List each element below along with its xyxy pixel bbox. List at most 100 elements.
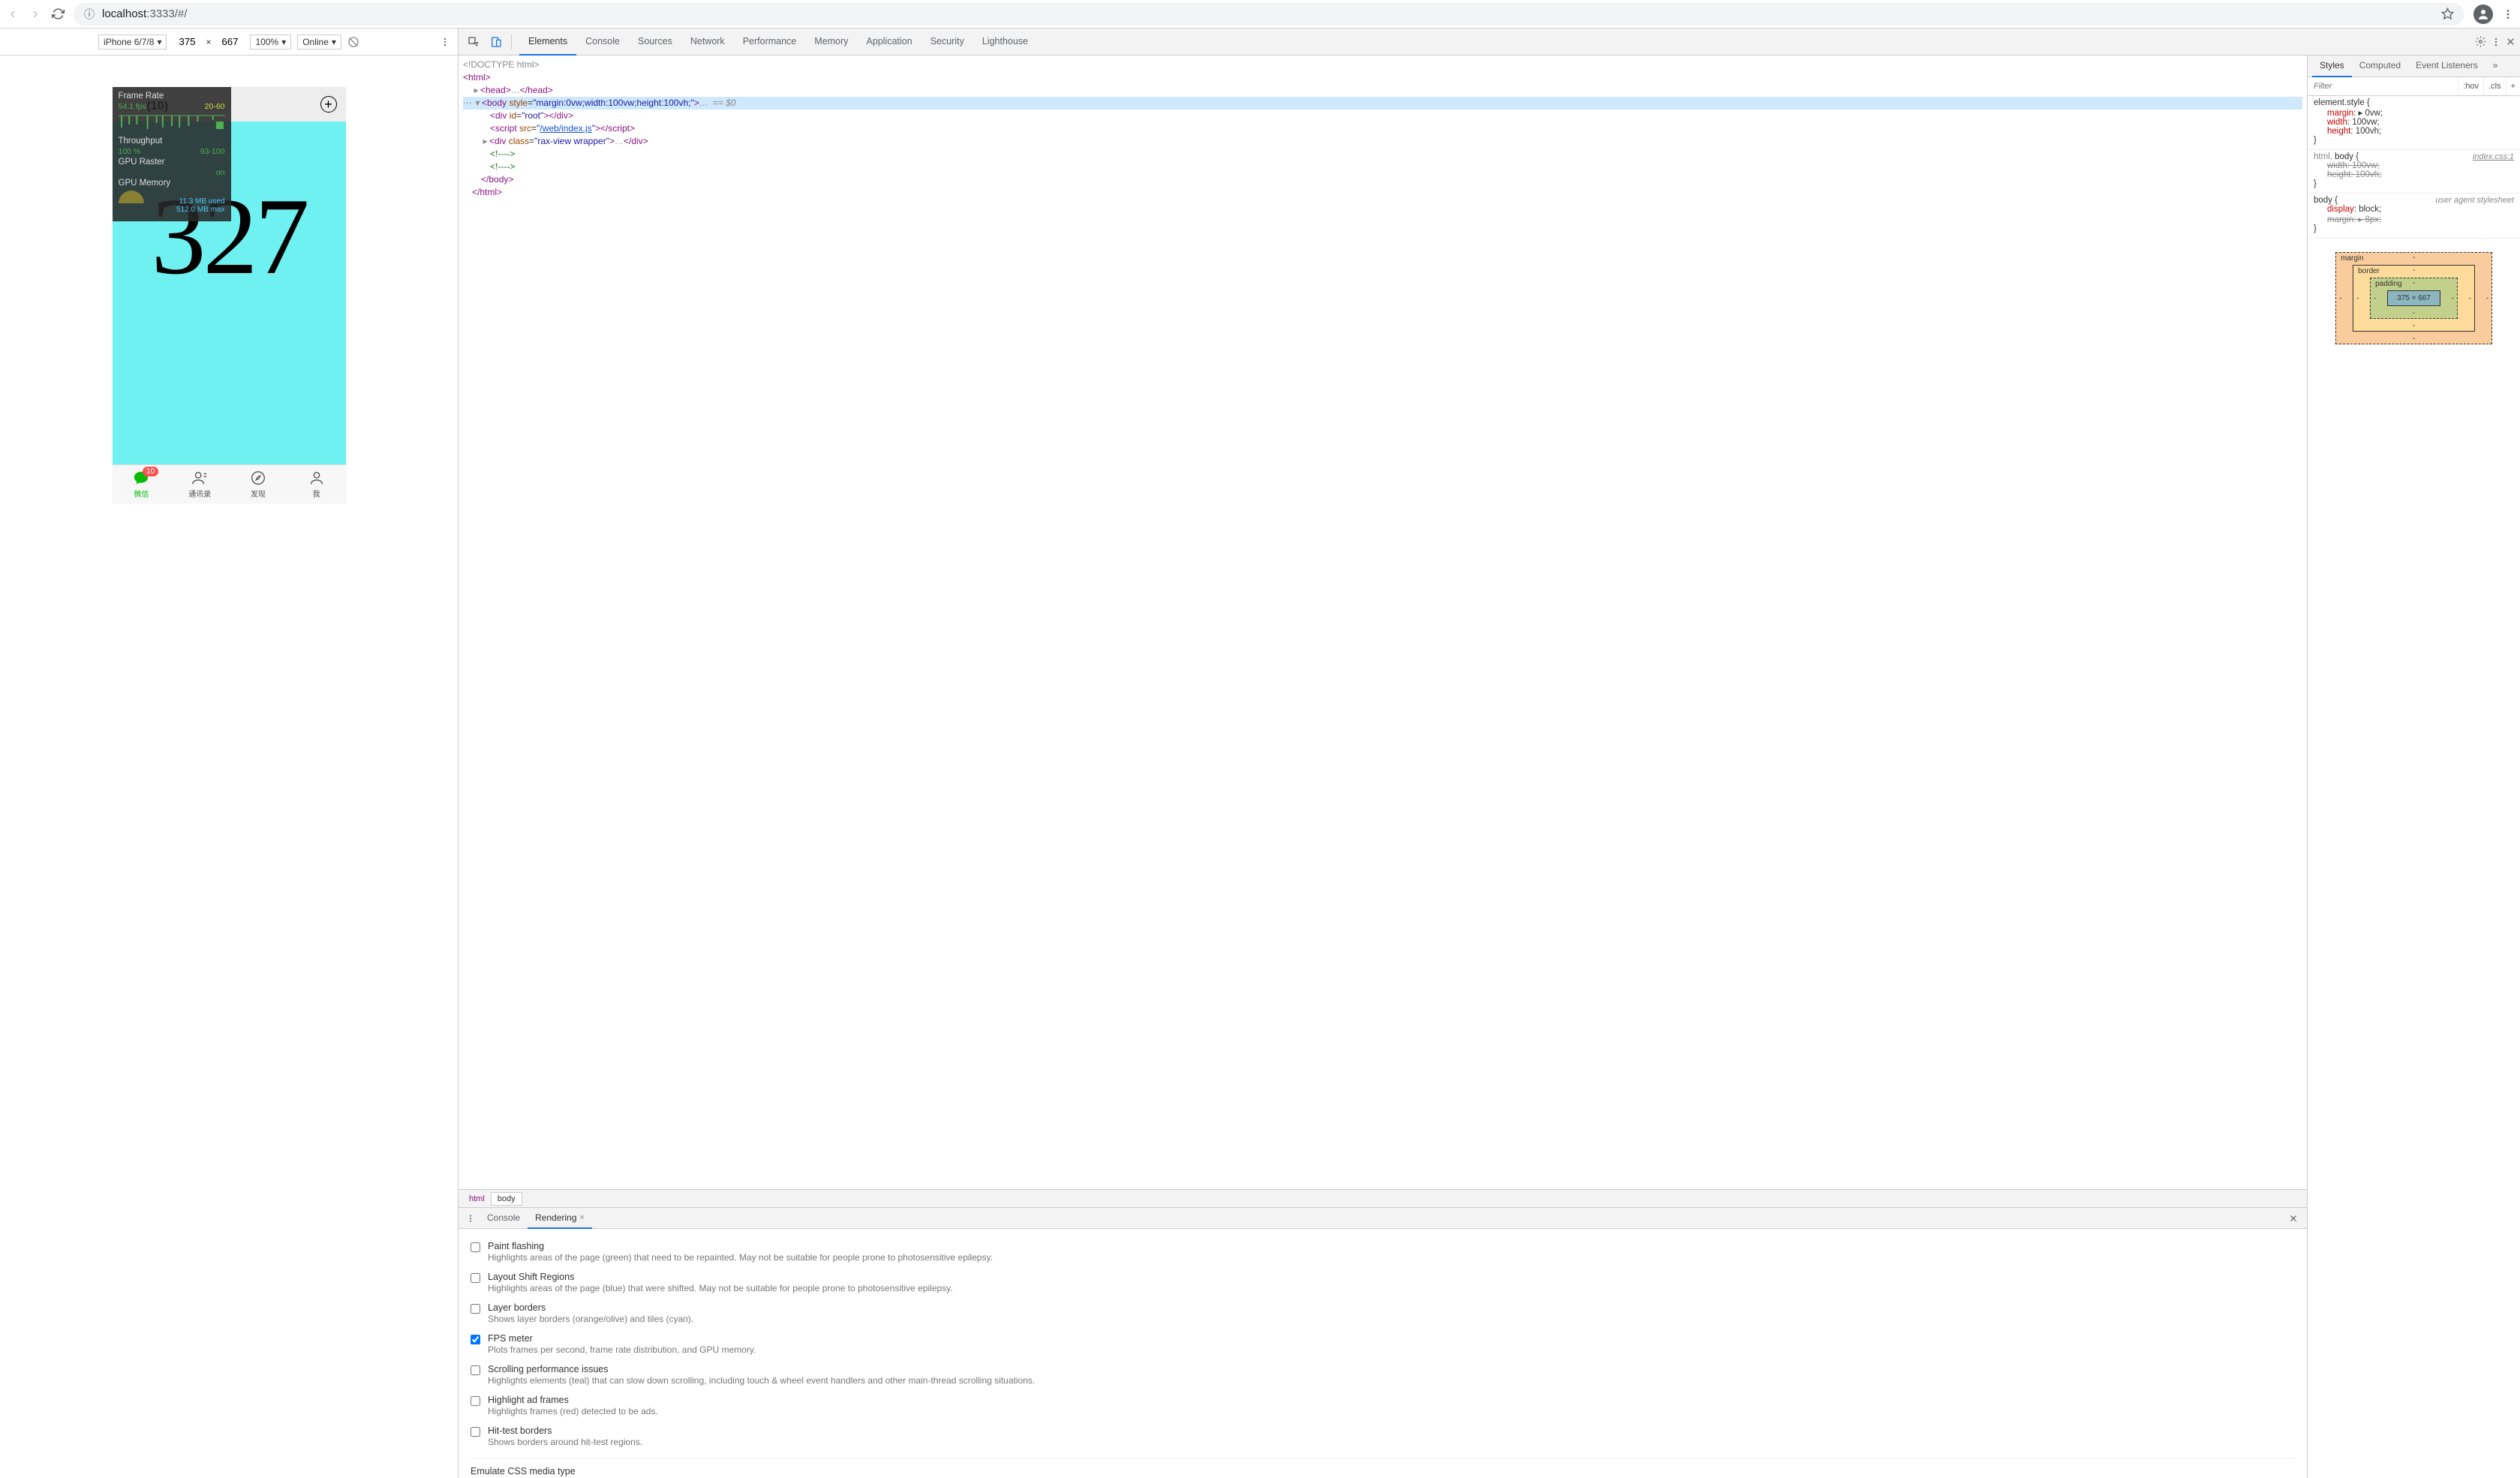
device-selector[interactable]: iPhone 6/7/8 ▾ bbox=[98, 35, 167, 50]
styles-filter-input[interactable] bbox=[2308, 82, 2458, 91]
app-tab-bar: 10 微信 通讯录 发现 我 bbox=[113, 464, 346, 503]
gpu-gauge-icon bbox=[119, 191, 144, 203]
fps-range: 20-60 bbox=[205, 102, 225, 111]
drawer-menu-button[interactable] bbox=[462, 1214, 480, 1223]
bookmark-star-icon[interactable] bbox=[2441, 8, 2454, 20]
device-mode-button[interactable] bbox=[486, 32, 507, 53]
styles-rules[interactable]: element.style { margin: ▸ 0vw; width: 10… bbox=[2308, 96, 2520, 1478]
tab-me[interactable]: 我 bbox=[287, 465, 346, 503]
render-checkbox-4[interactable] bbox=[471, 1365, 480, 1375]
drawer-tab-console[interactable]: Console bbox=[480, 1208, 528, 1229]
device-toolbar-menu[interactable] bbox=[440, 37, 450, 47]
styles-filter-row: :hov .cls + bbox=[2308, 77, 2520, 96]
tab-contacts[interactable]: 通讯录 bbox=[170, 465, 229, 503]
drawer-tabs: Console Rendering × bbox=[459, 1208, 2307, 1229]
tab-security[interactable]: Security bbox=[922, 29, 973, 56]
drawer-close-button[interactable] bbox=[2283, 1214, 2304, 1223]
devtools-panel-tabs: Elements Console Sources Network Perform… bbox=[519, 29, 1037, 56]
render-checkbox-0[interactable] bbox=[471, 1242, 480, 1252]
fps-value: 54.1 fps bbox=[119, 102, 146, 111]
drawer-tab-rendering[interactable]: Rendering × bbox=[528, 1208, 592, 1229]
styles-tab-computed[interactable]: Computed bbox=[2352, 56, 2408, 77]
person-icon bbox=[308, 470, 326, 486]
rotate-button[interactable] bbox=[347, 36, 359, 48]
render-checkbox-2[interactable] bbox=[471, 1304, 480, 1314]
render-option-desc: Highlights areas of the page (blue) that… bbox=[488, 1283, 953, 1293]
rule-origin-link[interactable]: index.css:1 bbox=[2473, 152, 2514, 161]
tab-memory[interactable]: Memory bbox=[805, 29, 857, 56]
expander-icon[interactable]: ▸ bbox=[472, 84, 480, 97]
render-option-title: Hit-test borders bbox=[488, 1425, 642, 1436]
gpu-memory-max: 512.0 MB max bbox=[176, 206, 224, 214]
styles-tabs-overflow[interactable]: » bbox=[2485, 56, 2506, 77]
rule-origin-ua: user agent stylesheet bbox=[2435, 196, 2514, 205]
cls-toggle[interactable]: .cls bbox=[2483, 77, 2506, 95]
tab-lighthouse[interactable]: Lighthouse bbox=[973, 29, 1037, 56]
tab-wechat-badge: 10 bbox=[143, 467, 158, 476]
styles-tab-eventlisteners[interactable]: Event Listeners bbox=[2408, 56, 2485, 77]
render-option-desc: Highlights frames (red) detected to be a… bbox=[488, 1406, 658, 1416]
gpu-raster-value: on bbox=[216, 168, 225, 177]
render-option-0: Paint flashing Highlights areas of the p… bbox=[471, 1236, 2295, 1267]
device-emulator-pane: iPhone 6/7/8 ▾ × 100% ▾ Online ▾ Frame R… bbox=[0, 29, 459, 1478]
app-add-button[interactable]: + bbox=[320, 96, 337, 113]
render-checkbox-3[interactable] bbox=[471, 1335, 480, 1344]
address-bar[interactable]: ⓘ localhost:3333/#/ bbox=[74, 3, 2464, 26]
browser-toolbar: ⓘ localhost:3333/#/ bbox=[0, 0, 2520, 29]
nav-back-button[interactable] bbox=[6, 8, 20, 21]
tab-network[interactable]: Network bbox=[681, 29, 734, 56]
reload-button[interactable] bbox=[51, 8, 65, 21]
nav-forward-button[interactable] bbox=[29, 8, 42, 21]
device-viewport: Frame Rate 54.1 fps20-60 Throughput 100 … bbox=[0, 56, 458, 1478]
render-checkbox-5[interactable] bbox=[471, 1396, 480, 1406]
throttle-selector[interactable]: Online ▾ bbox=[297, 35, 341, 50]
tab-elements[interactable]: Elements bbox=[519, 29, 576, 56]
inspect-element-button[interactable] bbox=[463, 32, 484, 53]
device-toolbar: iPhone 6/7/8 ▾ × 100% ▾ Online ▾ bbox=[0, 29, 458, 56]
close-icon[interactable]: × bbox=[579, 1213, 584, 1222]
box-model-diagram[interactable]: margin ---- border ---- padding ---- 375… bbox=[2308, 239, 2520, 358]
render-option-5: Highlight ad frames Highlights frames (r… bbox=[471, 1390, 2295, 1421]
fps-meter-overlay: Frame Rate 54.1 fps20-60 Throughput 100 … bbox=[113, 87, 231, 221]
render-checkbox-6[interactable] bbox=[471, 1427, 480, 1437]
dom-tree[interactable]: <!DOCTYPE html> <html> ▸<head>…</head> ⋯… bbox=[459, 56, 2307, 1189]
render-option-title: Paint flashing bbox=[488, 1241, 993, 1251]
add-rule-button[interactable]: + bbox=[2506, 77, 2520, 95]
render-option-title: Layer borders bbox=[488, 1302, 693, 1313]
tab-wechat[interactable]: 10 微信 bbox=[113, 465, 171, 503]
styles-tab-styles[interactable]: Styles bbox=[2312, 56, 2352, 77]
dom-body-selected[interactable]: ⋯▾<body style="margin:0vw;width:100vw;he… bbox=[463, 97, 2302, 110]
compass-icon bbox=[249, 470, 267, 486]
tab-performance[interactable]: Performance bbox=[734, 29, 806, 56]
rule-html-body[interactable]: index.css:1 html, body { width: 100vw; h… bbox=[2308, 150, 2520, 194]
render-option-1: Layout Shift Regions Highlights areas of… bbox=[471, 1267, 2295, 1298]
tab-console[interactable]: Console bbox=[576, 29, 629, 56]
tab-application[interactable]: Application bbox=[857, 29, 921, 56]
breadcrumb-body[interactable]: body bbox=[491, 1192, 522, 1206]
styles-sidebar: Styles Computed Event Listeners » :hov .… bbox=[2308, 56, 2520, 1478]
rule-element-style[interactable]: element.style { margin: ▸ 0vw; width: 10… bbox=[2308, 96, 2520, 150]
site-info-icon[interactable]: ⓘ bbox=[84, 7, 95, 22]
render-option-2: Layer borders Shows layer borders (orang… bbox=[471, 1298, 2295, 1329]
devtools-close-button[interactable] bbox=[2506, 37, 2515, 47]
tab-discover[interactable]: 发现 bbox=[229, 465, 287, 503]
box-model-content: 375 × 667 bbox=[2387, 290, 2440, 306]
devtools-settings-button[interactable] bbox=[2475, 36, 2486, 47]
render-option-desc: Highlights elements (teal) that can slow… bbox=[488, 1375, 1035, 1386]
zoom-selector[interactable]: 100% ▾ bbox=[250, 35, 291, 50]
breadcrumb-html[interactable]: html bbox=[463, 1193, 491, 1205]
tab-sources[interactable]: Sources bbox=[629, 29, 681, 56]
rendering-panel: Paint flashing Highlights areas of the p… bbox=[459, 1229, 2307, 1478]
device-height-input[interactable] bbox=[215, 36, 244, 47]
dom-breadcrumbs: html body bbox=[459, 1189, 2307, 1207]
fps-throughput-value: 100 % bbox=[119, 147, 141, 156]
profile-avatar-button[interactable] bbox=[2473, 5, 2493, 24]
render-checkbox-1[interactable] bbox=[471, 1273, 480, 1283]
device-width-input[interactable] bbox=[173, 36, 201, 47]
browser-menu-button[interactable] bbox=[2502, 8, 2514, 20]
devtools-menu-button[interactable] bbox=[2491, 37, 2501, 47]
dom-doctype[interactable]: <!DOCTYPE html> bbox=[463, 59, 539, 70]
fps-framerate-label: Frame Rate bbox=[119, 92, 225, 101]
hov-toggle[interactable]: :hov bbox=[2458, 77, 2483, 95]
rule-ua-body[interactable]: user agent stylesheet body { display: bl… bbox=[2308, 194, 2520, 239]
